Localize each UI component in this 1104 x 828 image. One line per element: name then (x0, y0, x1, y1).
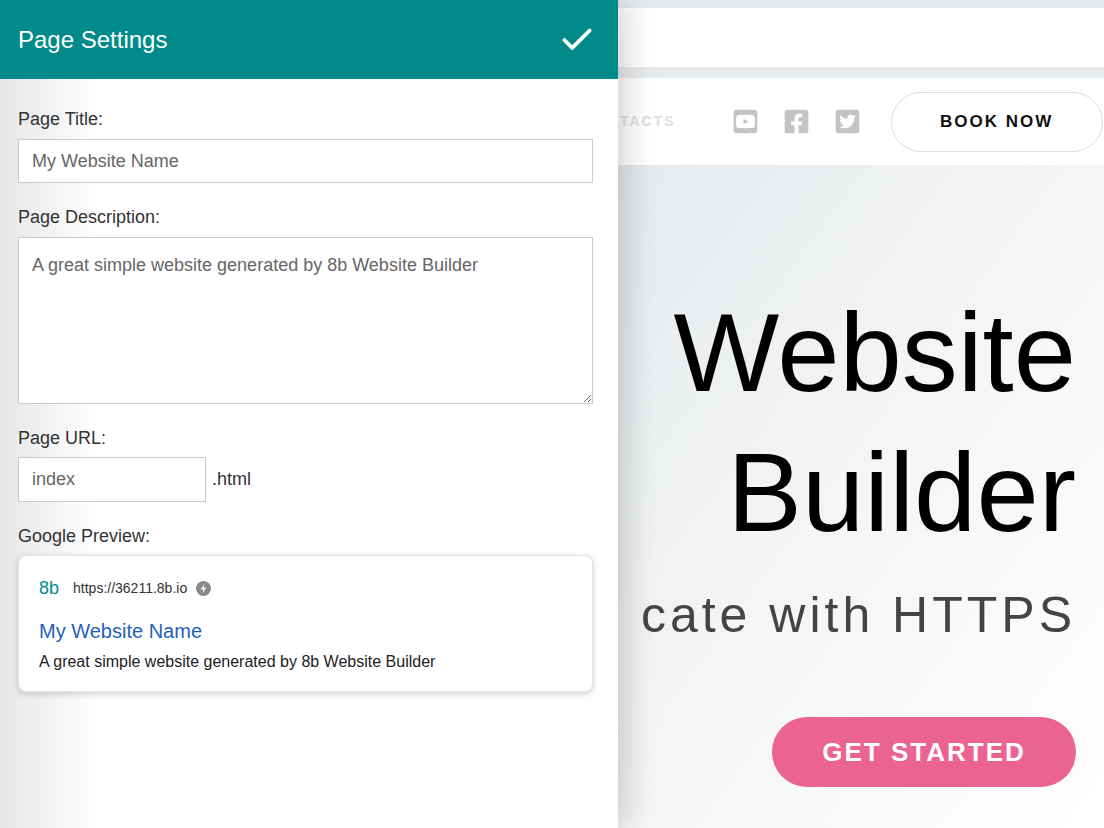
hero-title-line: Builder (727, 423, 1076, 563)
preview-url: https://36211.8b.io (73, 578, 187, 599)
page-description-label: Page Description: (18, 205, 593, 229)
divider-strip (618, 67, 1104, 78)
hero: WebsiteBuilder cate with HTTPS GET STARTED (618, 165, 1104, 828)
panel-body: Page Title: Page Description: A great simp… (0, 79, 618, 828)
page-url-suffix: .html (212, 466, 251, 493)
confirm-button[interactable] (558, 21, 596, 59)
twitter-icon[interactable] (834, 108, 861, 135)
preview-url-row: 8b https://36211.8b.io (39, 576, 572, 600)
preview-description: A great simple website generated by 8b W… (39, 651, 572, 673)
amp-lightning-icon (196, 581, 211, 596)
get-started-button[interactable]: GET STARTED (772, 717, 1076, 787)
page-url-row: .html (18, 457, 593, 502)
site-preview: TACTS BOOK NOW WebsiteBuilder cate with HTT… (618, 0, 1104, 828)
youtube-icon[interactable] (732, 108, 759, 135)
page-description-textarea[interactable]: A great simple website generated by 8b W… (18, 237, 593, 404)
top-strip (618, 0, 1104, 8)
page-url-input[interactable] (18, 457, 206, 502)
page-settings-panel: Page Settings Page Title: Page Description… (0, 0, 618, 828)
hero-subtitle: cate with HTTPS (641, 585, 1076, 645)
page-title-label: Page Title: (18, 107, 593, 131)
google-preview-label: Google Preview: (18, 524, 593, 548)
top-bar (618, 8, 1104, 67)
nav-link[interactable]: TACTS (620, 111, 676, 132)
hero-title-line: Website (673, 283, 1076, 423)
check-icon (558, 21, 596, 59)
page-title-input[interactable] (18, 139, 593, 183)
preview-title[interactable]: My Website Name (39, 618, 572, 644)
page-url-label: Page URL: (18, 426, 593, 450)
book-now-button[interactable]: BOOK NOW (891, 92, 1103, 152)
panel-header: Page Settings (0, 0, 618, 79)
site-nav: TACTS BOOK NOW (618, 78, 1104, 165)
google-preview-card: 8b https://36211.8b.io My Website Name A gr… (18, 555, 593, 692)
panel-title: Page Settings (18, 22, 167, 58)
app: Page Settings Page Title: Page Description… (0, 0, 1104, 828)
preview-favicon: 8b (39, 575, 59, 602)
facebook-icon[interactable] (783, 108, 810, 135)
social-icons (732, 108, 861, 135)
